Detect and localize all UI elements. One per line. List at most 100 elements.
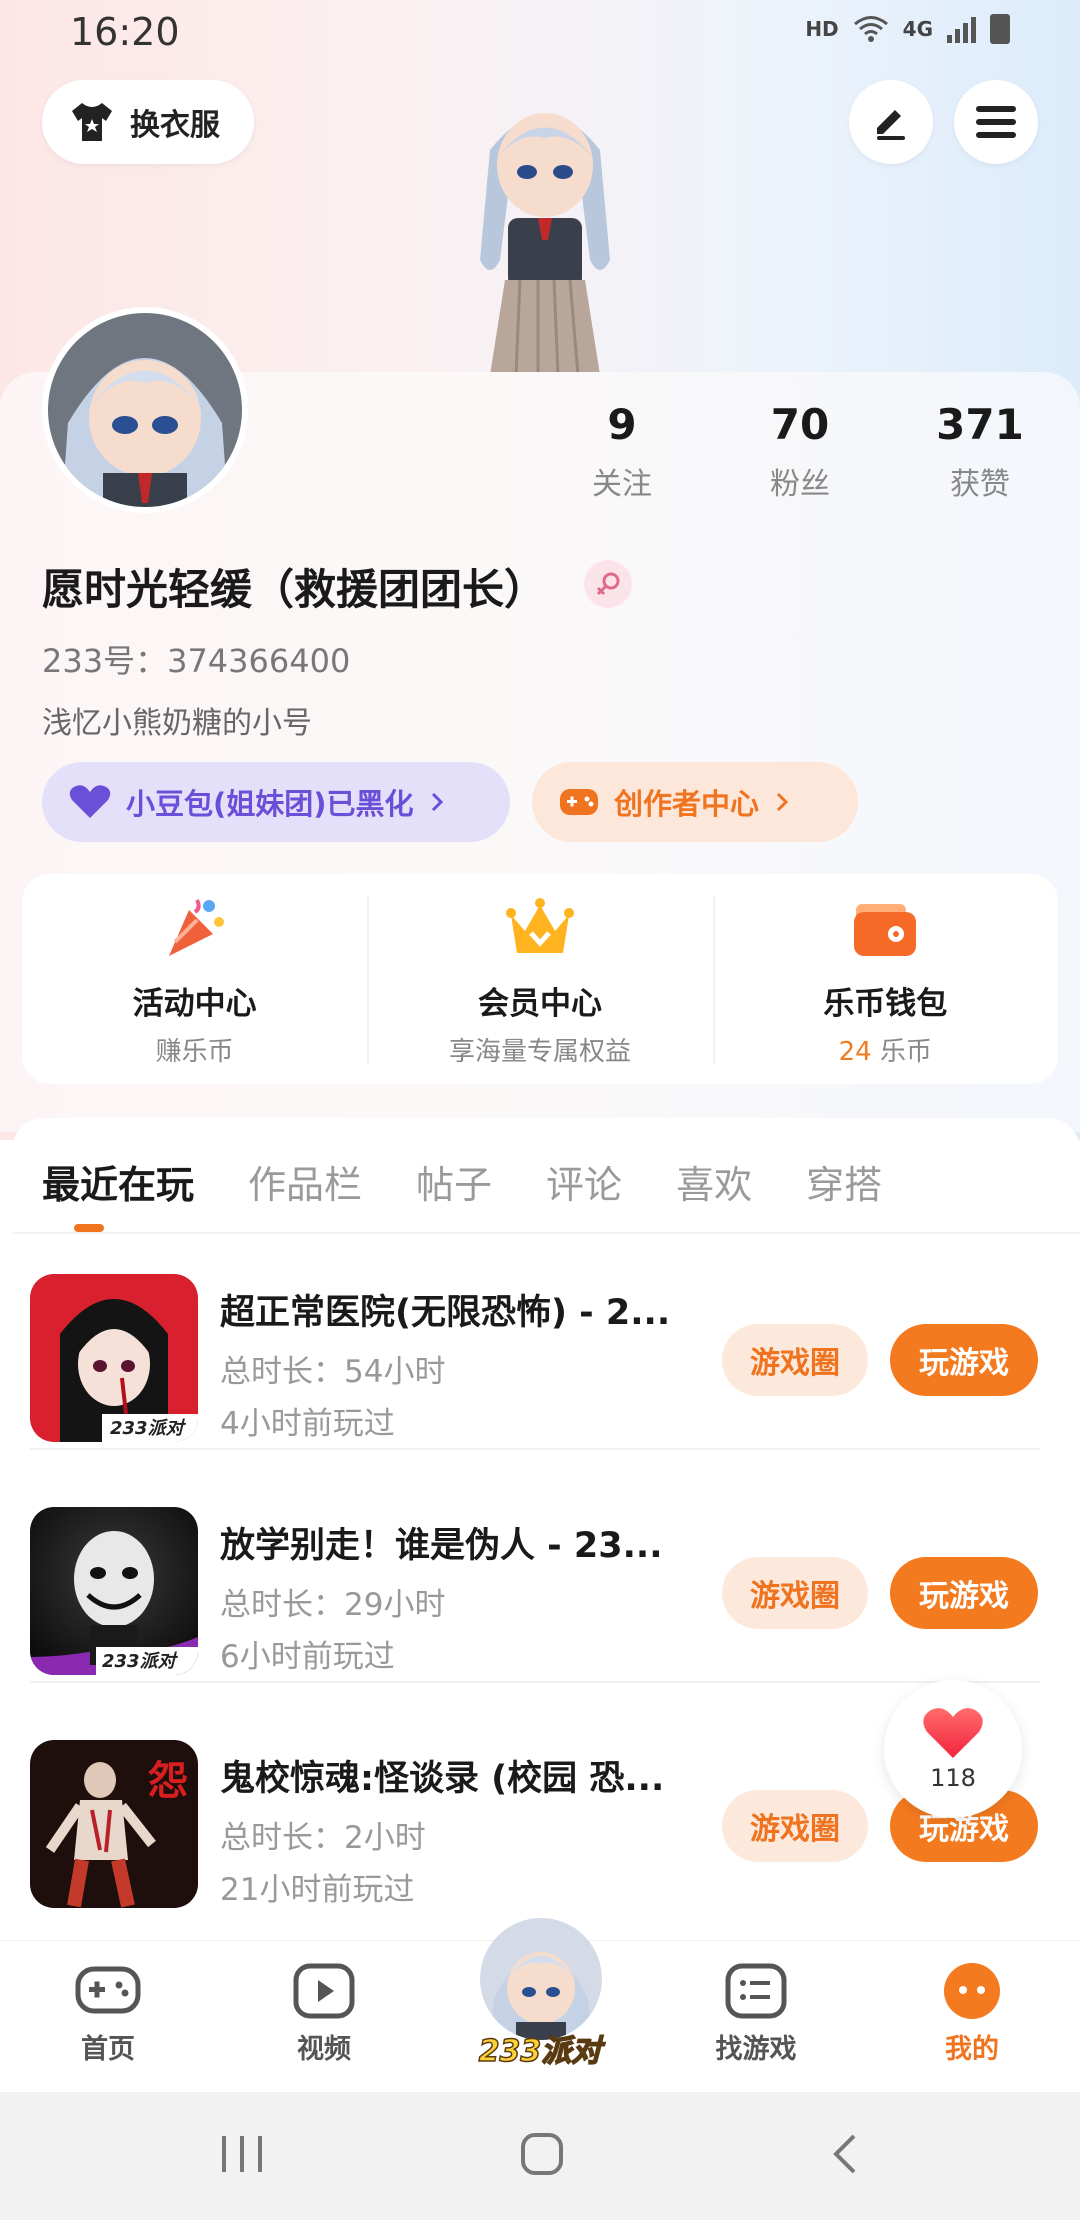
game-thumb-label: 233派对 <box>102 1651 176 1672</box>
stat-followers-label: 粉丝 <box>770 467 830 502</box>
activity-center[interactable]: 活动中心 赚乐币 <box>22 874 367 1084</box>
game-circle-button[interactable]: 游戏圈 <box>722 1790 868 1862</box>
nav-mine[interactable]: 我的 <box>902 1963 1042 2066</box>
game-circle-button[interactable]: 游戏圈 <box>722 1324 868 1396</box>
game-duration: 总时长：54小时 <box>220 1354 446 1390</box>
coin-balance: 24 <box>838 1037 872 1067</box>
game-duration: 总时长：29小时 <box>220 1587 446 1623</box>
bio: 浅忆小熊奶糖的小号 <box>42 706 312 741</box>
change-clothes-button[interactable]: 换衣服 <box>42 80 254 164</box>
game-duration: 总时长：2小时 <box>220 1820 426 1856</box>
tab-outfits[interactable]: 穿搭 <box>806 1154 882 1209</box>
like-float-button[interactable]: 118 <box>884 1680 1022 1818</box>
game-thumb-label: 怨 <box>148 1758 188 1804</box>
edit-button[interactable] <box>849 80 933 164</box>
game-thumbnail: 怨 <box>30 1740 198 1908</box>
nav-find-game[interactable]: 找游戏 <box>686 1963 826 2066</box>
group-pill-label: 小豆包(姐妹团)已黑化 <box>126 787 414 821</box>
content-tabs: 最近在玩 作品栏 帖子 评论 喜欢 穿搭 <box>42 1154 882 1209</box>
party-popper-icon <box>159 892 231 964</box>
system-nav-bar <box>0 2092 1080 2220</box>
creator-center-button[interactable]: 创作者中心 <box>532 762 858 842</box>
stat-following-label: 关注 <box>592 467 652 502</box>
row-divider <box>30 1681 1040 1683</box>
game-thumbnail: 233派对 <box>30 1507 198 1675</box>
status-time: 16:20 <box>70 10 180 54</box>
nickname: 愿时光轻缓（救援团团长） <box>42 565 547 614</box>
like-count: 118 <box>930 1764 976 1792</box>
group-pill-button[interactable]: 小豆包(姐妹团)已黑化 <box>42 762 510 842</box>
game-row[interactable]: 233派对 放学别走！谁是伪人 - 23... 总时长：29小时 6小时前玩过 … <box>30 1483 1040 1683</box>
tab-posts[interactable]: 帖子 <box>416 1154 492 1209</box>
nav-home[interactable]: 首页 <box>38 1963 178 2066</box>
stat-following-value: 9 <box>607 400 637 449</box>
nav-find-game-label: 找游戏 <box>715 2034 797 2065</box>
profile-avatar[interactable] <box>42 307 248 513</box>
nav-video[interactable]: 视频 <box>254 1963 394 2066</box>
nav-home-label: 首页 <box>81 2034 135 2065</box>
signal-icon <box>947 15 976 43</box>
gender-badge <box>584 560 632 608</box>
game-row[interactable]: 233派对 超正常医院(无限恐怖) - 2... 总时长：54小时 4小时前玩过… <box>30 1250 1040 1450</box>
stat-likes-label: 获赞 <box>950 467 1010 502</box>
crown-icon <box>504 892 576 964</box>
coin-wallet[interactable]: 乐币钱包 24 乐币 <box>712 874 1058 1084</box>
back-icon[interactable] <box>830 2132 860 2176</box>
tab-likes[interactable]: 喜欢 <box>676 1154 752 1209</box>
row-divider <box>30 1448 1040 1450</box>
vip-center-sub: 享海量专属权益 <box>448 1037 631 1067</box>
avatar-image <box>48 313 242 507</box>
gamepad-icon <box>560 789 598 815</box>
vip-center[interactable]: 会员中心 享海量专属权益 <box>367 874 712 1084</box>
play-game-button[interactable]: 玩游戏 <box>890 1324 1038 1396</box>
battery-icon <box>990 14 1010 44</box>
heart-icon <box>69 785 111 818</box>
user-id: 233号：374366400 <box>42 642 351 680</box>
chevron-right-icon <box>431 792 443 812</box>
avatar-figure[interactable] <box>450 90 640 375</box>
profile-face-icon <box>944 1963 1000 2019</box>
game-last-played: 6小时前玩过 <box>220 1639 395 1675</box>
tab-recent[interactable]: 最近在玩 <box>42 1154 194 1209</box>
video-icon <box>293 1963 355 2019</box>
home-icon[interactable] <box>520 2132 564 2176</box>
activity-center-title: 活动中心 <box>132 986 257 1022</box>
game-last-played: 4小时前玩过 <box>220 1406 395 1442</box>
feature-card: 活动中心 赚乐币 会员中心 享海量专属权益 乐币钱包 24 乐币 <box>22 874 1058 1084</box>
menu-button[interactable] <box>954 80 1038 164</box>
change-clothes-label: 换衣服 <box>130 108 220 143</box>
recent-apps-icon[interactable] <box>220 2134 264 2174</box>
wallet-icon <box>849 892 921 964</box>
stat-followers-value: 70 <box>770 400 830 449</box>
nav-center-label[interactable]: 233派对 <box>470 2026 610 2070</box>
hd-label: HD <box>805 17 839 41</box>
menu-icon <box>976 106 1016 138</box>
stat-following[interactable]: 9 关注 <box>542 400 702 503</box>
shirt-icon <box>72 103 112 141</box>
stat-likes[interactable]: 371 获赞 <box>900 400 1060 503</box>
game-last-played: 21小时前玩过 <box>220 1872 415 1908</box>
tabs-divider <box>12 1232 1080 1234</box>
nav-center-avatar[interactable] <box>480 1918 602 2040</box>
creator-center-label: 创作者中心 <box>614 787 760 821</box>
tab-comments[interactable]: 评论 <box>546 1154 622 1209</box>
network-label: 4G <box>902 17 933 41</box>
chevron-right-icon <box>776 792 789 812</box>
vip-center-title: 会员中心 <box>477 986 602 1022</box>
stat-followers[interactable]: 70 粉丝 <box>720 400 880 503</box>
game-circle-button[interactable]: 游戏圈 <box>722 1557 868 1629</box>
game-thumb-label: 233派对 <box>110 1418 184 1439</box>
game-thumbnail: 233派对 <box>30 1274 198 1442</box>
heart-icon <box>923 1708 983 1758</box>
tab-active-indicator <box>74 1224 104 1232</box>
coin-unit: 乐币 <box>871 1037 932 1067</box>
tab-works[interactable]: 作品栏 <box>248 1154 362 1209</box>
status-icons: HD 4G <box>805 14 1010 44</box>
status-bar: 16:20 HD 4G <box>0 0 1080 64</box>
play-game-button[interactable]: 玩游戏 <box>890 1557 1038 1629</box>
list-icon <box>725 1963 787 2019</box>
coin-wallet-title: 乐币钱包 <box>823 986 948 1022</box>
coin-wallet-sub: 24 乐币 <box>839 1031 932 1068</box>
nav-video-label: 视频 <box>297 2034 351 2065</box>
female-icon <box>596 572 620 596</box>
